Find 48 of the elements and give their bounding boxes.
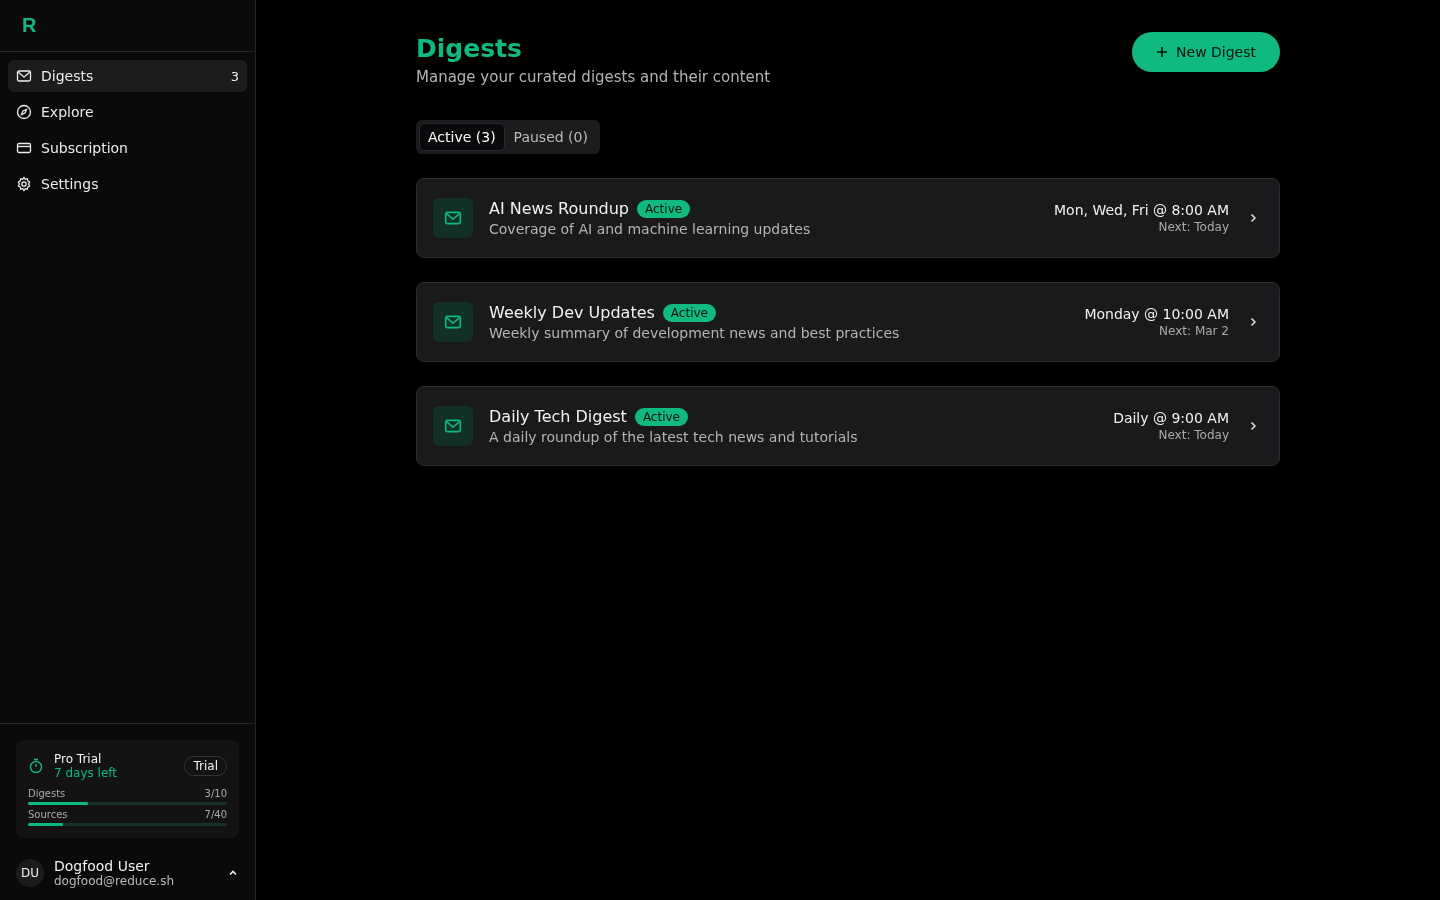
settings-icon (16, 176, 32, 192)
page-subtitle: Manage your curated digests and their content (416, 68, 771, 86)
mail-icon (433, 302, 473, 342)
status-badge: Active (637, 199, 691, 218)
meter-label: Sources (28, 809, 68, 820)
schedule: Daily @ 9:00 AM (1113, 410, 1229, 426)
page-title: Digests (416, 33, 523, 65)
sidebar-item[interactable]: Explore (8, 96, 247, 128)
schedule: Mon, Wed, Fri @ 8:00 AM (1054, 202, 1229, 218)
item-count: 3 (230, 68, 239, 84)
trial-days-left: 7 days left (54, 766, 119, 780)
digest-card[interactable]: Weekly Dev Updates Active Weekly summary of development news and best practices Monday @ 10:00 AM Next: Mar 2 (416, 282, 1280, 362)
next-run: Next: Today (1157, 220, 1229, 234)
logo: R (22, 14, 37, 37)
tab[interactable]: Paused (0) (504, 123, 597, 151)
meter-label: Digests (28, 788, 66, 799)
digest-card[interactable]: Daily Tech Digest Active A daily roundup of the latest tech news and tutorials Daily @ 9:00 AM Next: Today (416, 386, 1280, 466)
digest-name: Daily Tech Digest (489, 407, 627, 426)
mail-icon (433, 406, 473, 446)
trial-title: Pro Trial (54, 752, 103, 766)
digest-description: A daily roundup of the latest tech news and tutorials (489, 429, 859, 445)
stopwatch-icon (28, 758, 44, 774)
status-badge: Active (634, 407, 688, 426)
avatar: DU (16, 859, 44, 887)
card-icon (16, 140, 32, 156)
schedule: Monday @ 10:00 AM (1084, 306, 1229, 322)
sidebar-item[interactable]: Subscription (8, 132, 247, 164)
meter-reading: 3/10 (204, 788, 227, 799)
user-name: Dogfood User (54, 858, 151, 874)
user-menu[interactable]: DU Dogfood User dogfood@reduce.sh (16, 858, 239, 888)
compass-icon (16, 104, 32, 120)
tab[interactable]: Active (3) (419, 123, 505, 151)
digest-description: Coverage of AI and machine learning updates (489, 221, 812, 237)
sidebar-item[interactable]: Digests 3 (8, 60, 247, 92)
new-digest-button[interactable]: New Digest (1132, 32, 1280, 72)
digest-card[interactable]: AI News Roundup Active Coverage of AI and machine learning updates Mon, Wed, Fri @ 8:00 AM Next: Today (416, 178, 1280, 258)
mail-icon (16, 68, 32, 84)
digest-description: Weekly summary of development news and best practices (489, 325, 901, 341)
plus-icon (1156, 46, 1169, 58)
digest-name: Weekly Dev Updates (489, 303, 655, 322)
sidebar-item[interactable]: Settings (8, 168, 247, 200)
mail-icon (433, 198, 473, 238)
digest-name: AI News Roundup (489, 199, 629, 218)
meter-reading: 7/40 (204, 809, 227, 820)
user-email: dogfood@reduce.sh (54, 874, 176, 888)
status-badge: Active (662, 303, 716, 322)
next-run: Next: Today (1157, 428, 1229, 442)
next-run: Next: Mar 2 (1158, 324, 1229, 338)
